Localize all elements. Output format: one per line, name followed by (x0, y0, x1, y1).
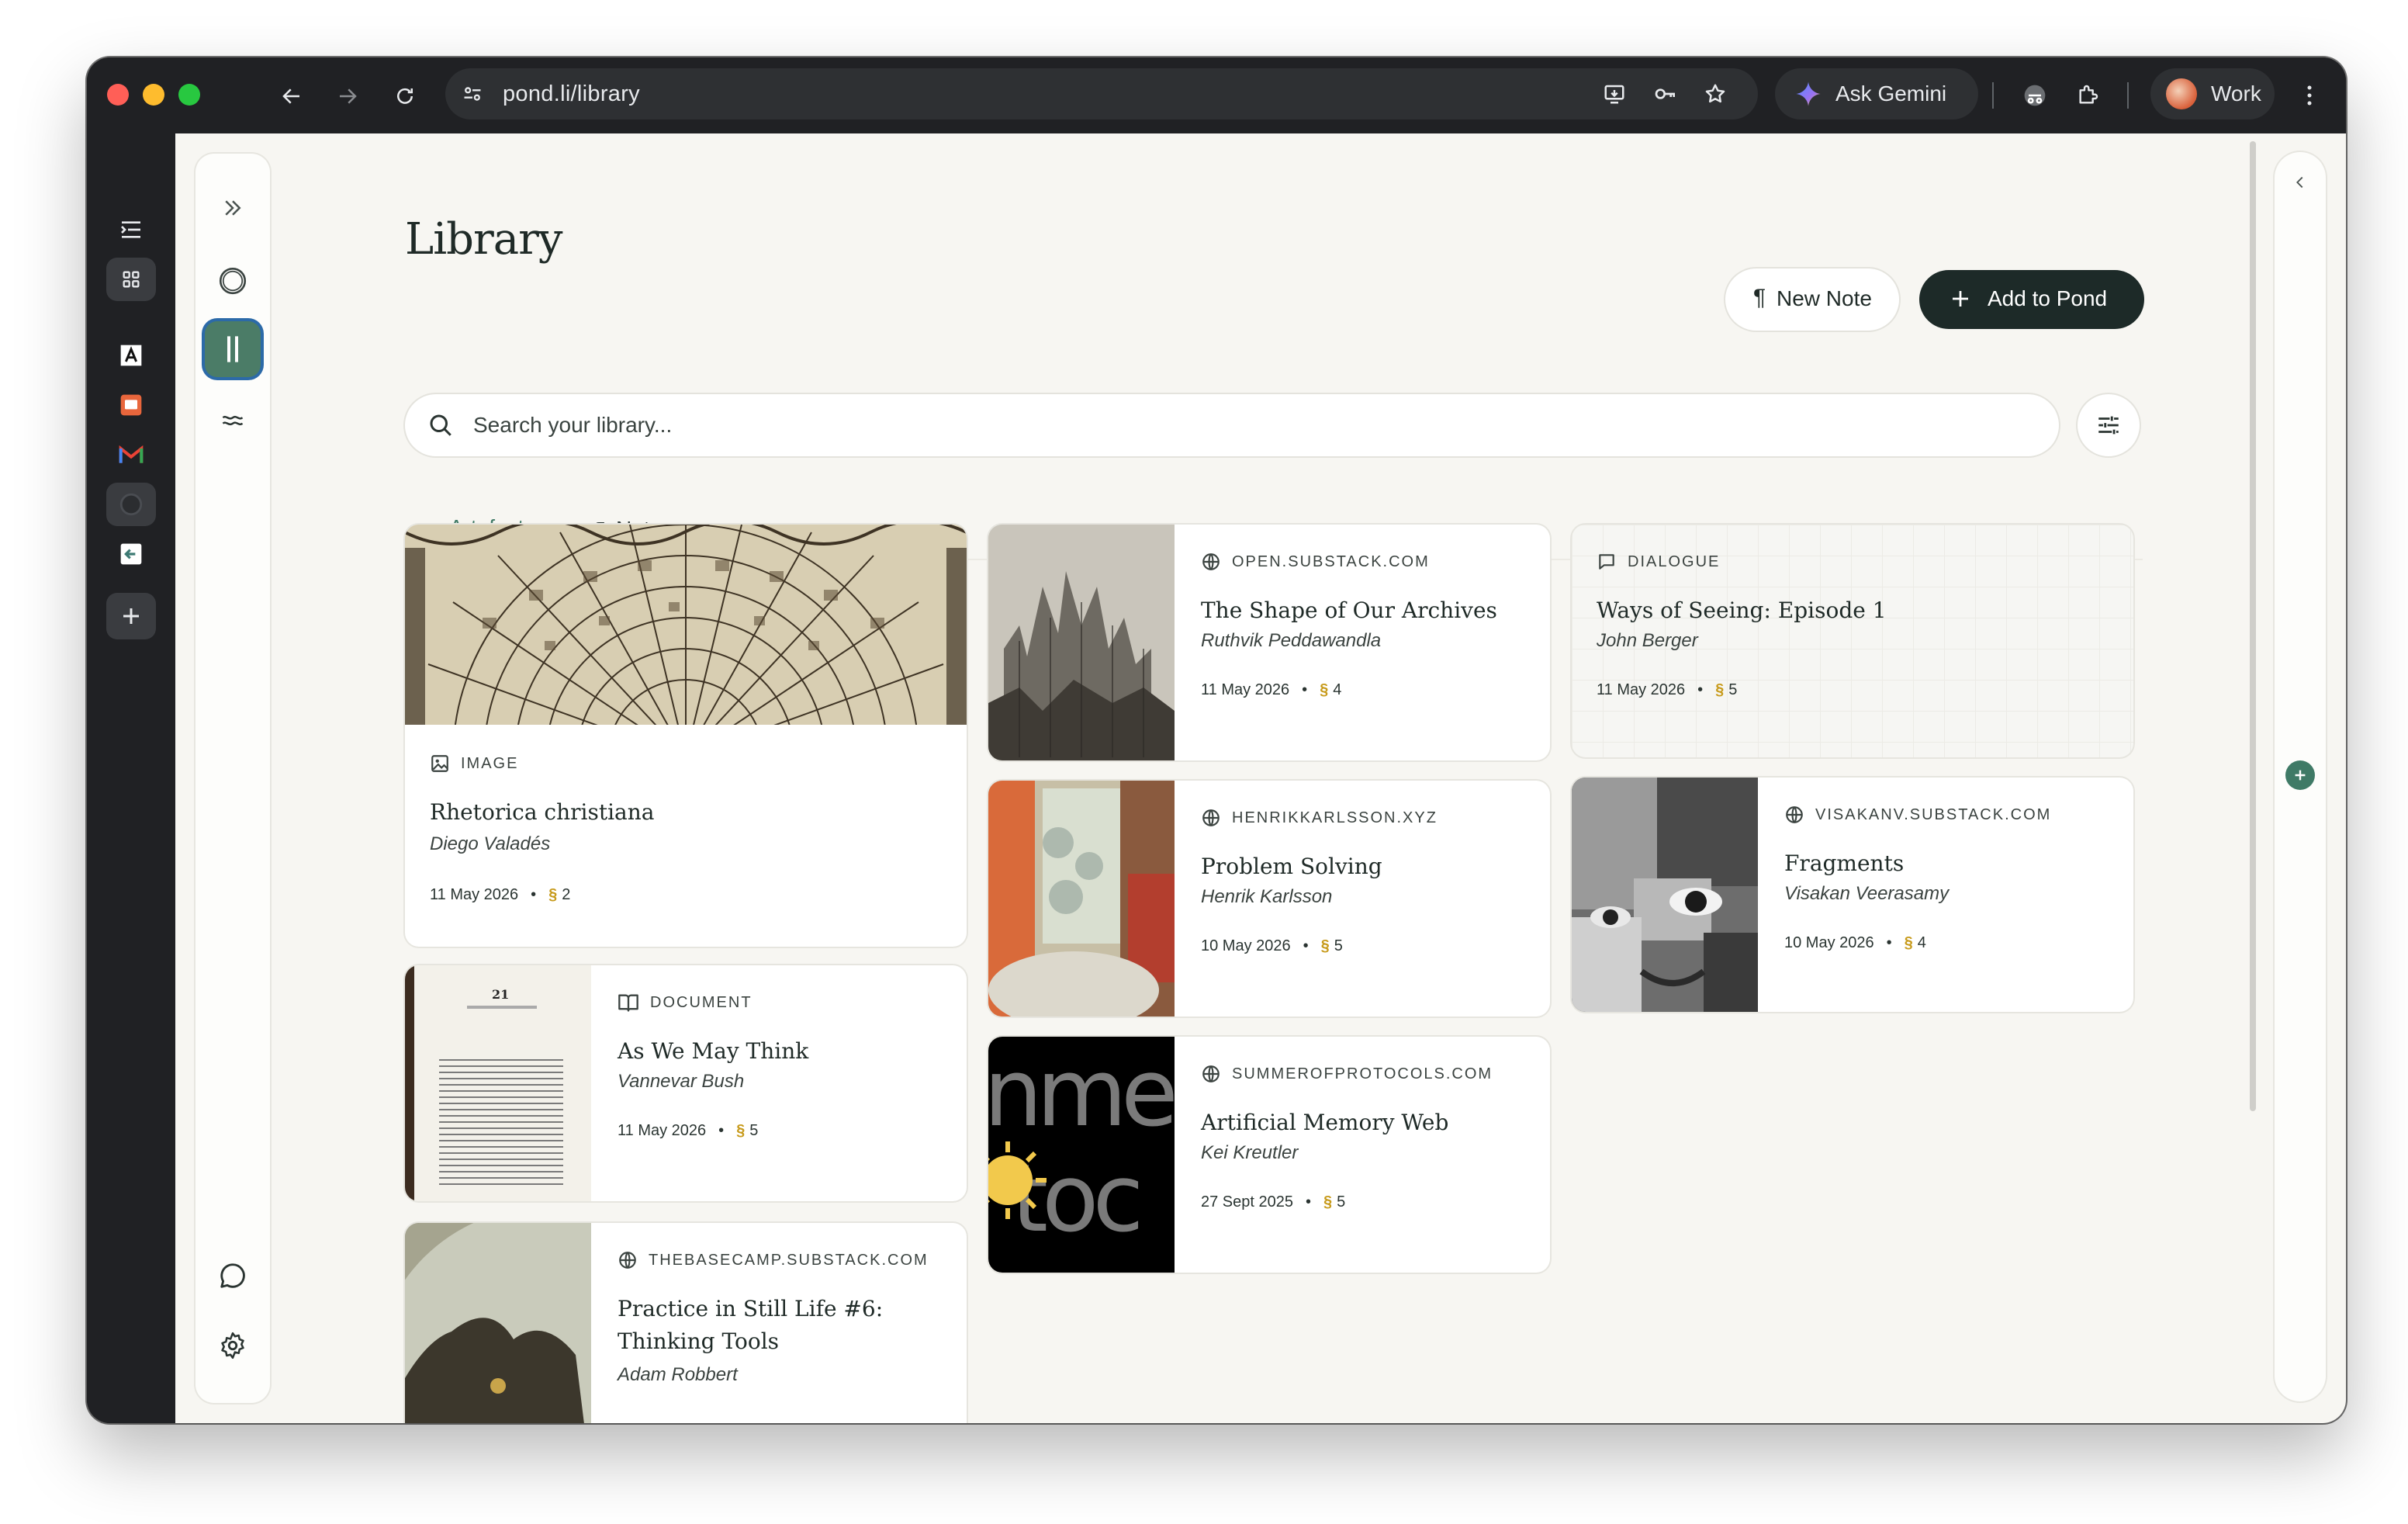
globe-icon (1202, 1065, 1220, 1082)
artefact-author: Visakan Veerasamy (1784, 883, 1950, 904)
score-icon: § (1904, 934, 1913, 951)
book-icon (618, 994, 638, 1012)
thumbnail-text: nme (988, 1040, 1175, 1148)
score-value: 4 (1917, 934, 1926, 951)
collapse-panel-chevron-icon[interactable] (2289, 171, 2312, 194)
artefact-score: § 5 (1321, 937, 1343, 955)
artefact-type: THEBASECAMP.SUBSTACK.COM (649, 1251, 929, 1269)
score-icon: § (548, 886, 558, 903)
page-scrollbar[interactable] (2250, 133, 2256, 1423)
score-value: 2 (562, 886, 571, 903)
artefact-title[interactable]: Rhetorica christiana (430, 796, 948, 829)
artefact-card[interactable]: IMAGE Rhetorica christiana Diego Valadés… (405, 525, 967, 947)
globe-icon (1202, 553, 1220, 570)
score-icon: § (1320, 681, 1329, 698)
artefact-author: Diego Valadés (430, 833, 551, 854)
artefact-thumbnail (405, 525, 967, 725)
artefact-card[interactable]: 21 DOCUMENT As We May Think Vannevar Bus… (405, 965, 967, 1201)
artefact-card[interactable]: OPEN.SUBSTACK.COM The Shape of Our Archi… (988, 525, 1550, 760)
browser-window: pond.li/library Ask Gemini Work Library … (87, 57, 2346, 1423)
artefact-type: HENRIKKARLSSON.XYZ (1232, 809, 1438, 826)
score-value: 5 (749, 1122, 759, 1139)
artefact-type: OPEN.SUBSTACK.COM (1232, 552, 1430, 570)
artefact-title[interactable]: Artificial Memory Web (1201, 1107, 1531, 1139)
meta-separator: • (1303, 937, 1309, 954)
artefact-thumbnail (988, 525, 1175, 760)
artefact-type: DIALOGUE (1628, 552, 1721, 570)
meta-separator: • (1306, 1193, 1312, 1211)
score-value: 5 (1728, 681, 1738, 698)
thumbnail-page-number: 21 (492, 987, 510, 1002)
score-icon: § (1320, 937, 1330, 954)
artefact-score: § 5 (736, 1122, 758, 1140)
artefact-score: § 5 (1715, 681, 1737, 699)
artefact-date: 11 May 2026 (430, 886, 519, 903)
image-icon (431, 755, 448, 772)
artefact-type: SUMMEROFPROTOCOLS.COM (1232, 1065, 1493, 1082)
artefact-grid: IMAGE Rhetorica christiana Diego Valadés… (87, 57, 2346, 1423)
scrollbar-thumb[interactable] (2250, 141, 2256, 1111)
artefact-thumbnail: nme toc (988, 1037, 1175, 1273)
globe-icon (1202, 809, 1220, 826)
artefact-title[interactable]: As We May Think (618, 1035, 948, 1068)
meta-separator: • (1302, 681, 1308, 698)
artefact-card[interactable]: VISAKANV.SUBSTACK.COM Fragments Visakan … (1572, 778, 2133, 1012)
artefact-score: § 4 (1320, 681, 1341, 699)
artefact-score: § 5 (1323, 1193, 1345, 1211)
add-panel-plus-icon[interactable] (2285, 760, 2315, 790)
artefact-author: Kei Kreutler (1201, 1142, 1299, 1163)
score-icon: § (1323, 1193, 1333, 1211)
artefact-thumbnail (405, 1223, 591, 1423)
meta-separator: • (1697, 681, 1704, 698)
artefact-card[interactable]: HENRIKKARLSSON.XYZ Problem Solving Henri… (988, 781, 1550, 1017)
meta-separator: • (1886, 934, 1892, 951)
globe-icon (619, 1252, 636, 1269)
artefact-date: 11 May 2026 (1597, 681, 1686, 698)
artefact-author: Adam Robbert (618, 1364, 738, 1385)
artefact-score: § 2 (548, 886, 570, 904)
artefact-title[interactable]: Practice in Still Life #6: Thinking Tool… (618, 1293, 948, 1358)
artefact-author: Vannevar Bush (618, 1071, 745, 1092)
globe-icon (1786, 806, 1803, 823)
score-value: 5 (1334, 937, 1343, 954)
artefact-score: § 4 (1905, 934, 1926, 952)
artefact-thumbnail (988, 781, 1175, 1017)
artefact-title[interactable]: Fragments (1784, 847, 2115, 880)
artefact-type: DOCUMENT (650, 993, 752, 1011)
meta-separator: • (718, 1122, 725, 1139)
artefact-thumbnail: 21 (405, 965, 591, 1201)
meta-separator: • (531, 886, 537, 903)
artefact-author: Henrik Karlsson (1201, 886, 1333, 907)
artefact-date: 10 May 2026 (1201, 937, 1291, 954)
artefact-card[interactable]: THEBASECAMP.SUBSTACK.COM Practice in Sti… (405, 1223, 967, 1423)
score-value: 4 (1333, 681, 1342, 698)
artefact-title[interactable]: The Shape of Our Archives (1201, 594, 1531, 627)
artefact-type: IMAGE (461, 754, 519, 772)
artefact-type: VISAKANV.SUBSTACK.COM (1815, 805, 2052, 823)
artefact-author: John Berger (1597, 630, 1698, 651)
artefact-title[interactable]: Ways of Seeing: Episode 1 (1597, 594, 2115, 627)
artefact-date: 27 Sept 2025 (1201, 1193, 1293, 1211)
speech-bubble-icon (1599, 554, 1614, 570)
artefact-date: 11 May 2026 (618, 1122, 707, 1139)
artefact-card[interactable]: nme toc SUMMEROFPROTOCOLS.COM Artificial… (988, 1037, 1550, 1273)
score-value: 5 (1337, 1193, 1346, 1211)
score-icon: § (736, 1122, 746, 1139)
artefact-date: 11 May 2026 (1201, 681, 1290, 698)
artefact-title[interactable]: Problem Solving (1201, 850, 1531, 883)
artefact-thumbnail (1572, 778, 1758, 1012)
score-icon: § (1715, 681, 1725, 698)
artefact-author: Ruthvik Peddawandla (1201, 630, 1382, 651)
sun-icon (988, 1141, 1047, 1219)
artefact-date: 10 May 2026 (1784, 934, 1874, 951)
right-panel-rail (2275, 152, 2326, 1401)
artefact-card[interactable]: DIALOGUE Ways of Seeing: Episode 1 John … (1572, 525, 2133, 757)
